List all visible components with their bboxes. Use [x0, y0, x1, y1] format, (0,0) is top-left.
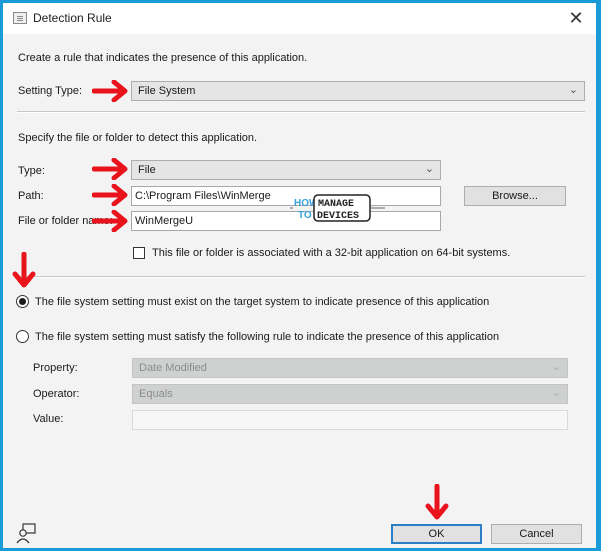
setting-type-dropdown[interactable]: File System ⌄	[131, 81, 585, 101]
chevron-down-icon: ⌄	[551, 387, 561, 399]
32bit-checkbox-label: This file or folder is associated with a…	[152, 247, 511, 259]
type-dropdown[interactable]: File ⌄	[131, 160, 441, 180]
value-input[interactable]	[132, 410, 568, 430]
path-input[interactable]: C:\Program Files\WinMerge	[131, 186, 441, 206]
file-name-value: WinMergeU	[135, 215, 194, 227]
annotation-arrow-ok	[425, 484, 449, 520]
radio-satisfy-rule-label: The file system setting must satisfy the…	[35, 331, 500, 343]
feedback-icon[interactable]	[15, 523, 37, 545]
divider	[17, 276, 585, 278]
radio-satisfy-rule[interactable]	[16, 330, 29, 343]
type-label: Type:	[18, 165, 45, 177]
intro-text: Create a rule that indicates the presenc…	[18, 52, 308, 64]
property-label: Property:	[33, 362, 78, 374]
chevron-down-icon: ⌄	[551, 361, 561, 373]
32bit-checkbox[interactable]	[133, 247, 145, 259]
property-value: Date Modified	[139, 362, 207, 374]
setting-type-value: File System	[138, 85, 196, 97]
setting-type-label: Setting Type:	[18, 85, 83, 97]
logo-manage: MANAGE	[318, 199, 354, 210]
chevron-down-icon: ⌄	[424, 163, 434, 175]
chevron-down-icon: ⌄	[568, 84, 578, 96]
radio-must-exist[interactable]	[16, 295, 29, 308]
ok-button[interactable]: OK	[391, 524, 482, 544]
path-value: C:\Program Files\WinMerge	[135, 190, 271, 202]
file-name-input[interactable]: WinMergeU	[131, 211, 441, 231]
type-value: File	[138, 164, 156, 176]
path-label: Path:	[18, 190, 44, 202]
close-button[interactable]: ✕	[566, 8, 586, 28]
title-bar: Detection Rule ✕	[3, 3, 596, 34]
property-dropdown[interactable]: Date Modified ⌄	[132, 358, 568, 378]
browse-button[interactable]: Browse...	[464, 186, 566, 206]
annotation-arrow-setting-type	[92, 80, 128, 102]
operator-dropdown[interactable]: Equals ⌄	[132, 384, 568, 404]
dialog-title: Detection Rule	[33, 11, 112, 25]
annotation-arrow-type	[92, 158, 128, 180]
operator-value: Equals	[139, 388, 173, 400]
divider	[17, 111, 585, 113]
cancel-button[interactable]: Cancel	[491, 524, 582, 544]
annotation-arrow-radio	[12, 252, 36, 288]
radio-must-exist-label: The file system setting must exist on th…	[35, 296, 490, 308]
annotation-arrow-path	[92, 184, 128, 206]
logo-devices: DEVICES	[317, 211, 359, 222]
dialog-icon	[13, 12, 27, 24]
operator-label: Operator:	[33, 388, 80, 400]
howtomanagedevices-logo: HOW TO MANAGE DEVICES	[290, 194, 385, 222]
file-section-intro: Specify the file or folder to detect thi…	[18, 132, 258, 144]
annotation-arrow-file-name	[92, 210, 128, 232]
logo-to: TO	[298, 210, 312, 221]
value-label: Value:	[33, 413, 64, 425]
